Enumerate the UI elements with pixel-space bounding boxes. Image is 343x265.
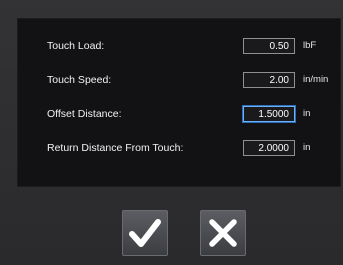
touch-load-label: Touch Load: [47, 40, 105, 52]
touch-load-unit: lbF [303, 40, 317, 51]
offset-distance-label: Offset Distance: [47, 108, 122, 120]
touch-speed-input[interactable]: 2.00 [243, 72, 295, 88]
offset-distance-unit: in [303, 108, 311, 119]
confirm-button[interactable] [122, 210, 168, 256]
touch-speed-unit: in/min [303, 74, 329, 85]
checkmark-icon [128, 217, 162, 249]
cancel-button[interactable] [200, 210, 246, 256]
touch-speed-row: Touch Speed: 2.00 in/min [18, 72, 340, 90]
touch-speed-label: Touch Speed: [47, 74, 112, 86]
offset-distance-input[interactable]: 1.5000 [243, 106, 295, 122]
settings-dialog: Touch Load: 0.50 lbF Touch Speed: 2.00 i… [0, 0, 343, 265]
offset-distance-row: Offset Distance: 1.5000 in [18, 106, 340, 124]
touch-load-input[interactable]: 0.50 [243, 38, 295, 54]
return-distance-label: Return Distance From Touch: [47, 142, 184, 154]
return-distance-row: Return Distance From Touch: 2.0000 in [18, 140, 340, 158]
close-icon [207, 217, 239, 249]
settings-panel: Touch Load: 0.50 lbF Touch Speed: 2.00 i… [17, 18, 341, 187]
return-distance-input[interactable]: 2.0000 [243, 140, 295, 156]
return-distance-unit: in [303, 142, 311, 153]
touch-load-row: Touch Load: 0.50 lbF [18, 38, 340, 56]
